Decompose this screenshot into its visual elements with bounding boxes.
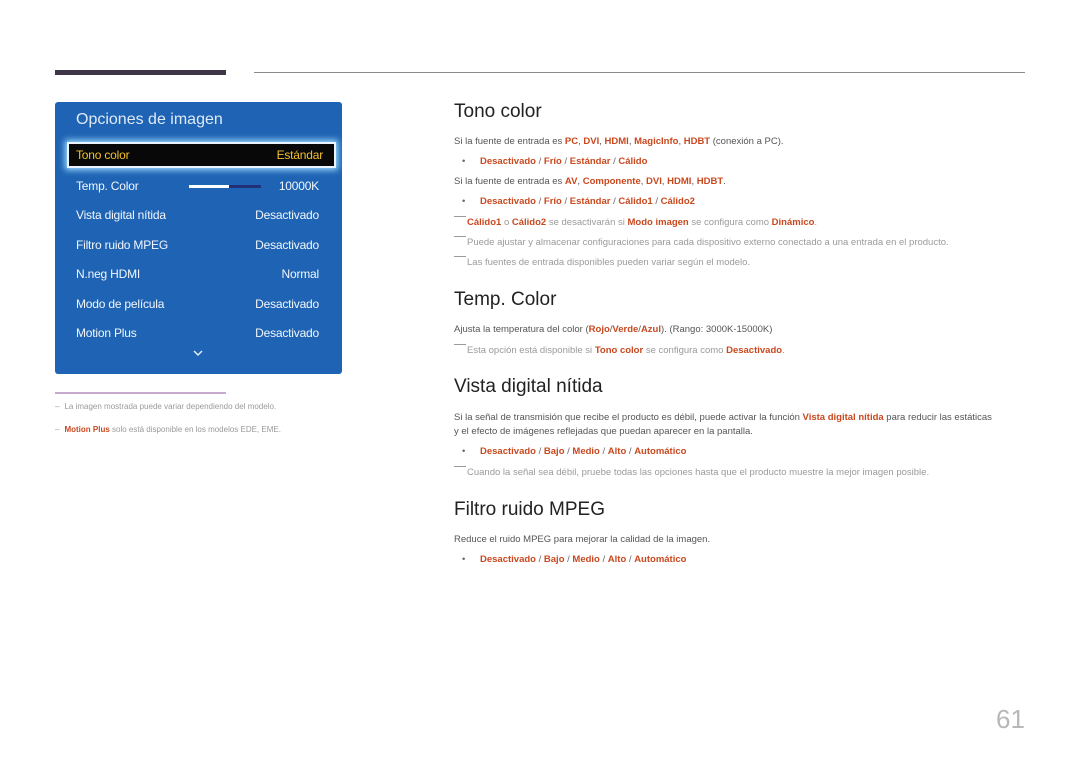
menu-item-modo-pelicula[interactable]: Modo de película Desactivado xyxy=(67,292,332,316)
section-title-tono-color: Tono color xyxy=(454,101,542,122)
menu-item-vista-digital[interactable]: Vista digital nítida Desactivado xyxy=(67,203,332,227)
section-title-temp-color: Temp. Color xyxy=(454,289,557,310)
note: Cálido1 o Cálido2 se desactivarán si Mod… xyxy=(454,216,817,228)
options-list: • Desactivado / Frío / Estándar / Cálido1… xyxy=(462,196,695,207)
menu-item-value: Estándar xyxy=(276,148,324,162)
menu-item-label: Vista digital nítida xyxy=(76,208,166,222)
paragraph: Si la fuente de entrada es PC, DVI, HDMI… xyxy=(454,136,784,147)
menu-item-label: Motion Plus xyxy=(76,326,137,340)
menu-item-temp-color[interactable]: Temp. Color 10000K xyxy=(67,174,332,198)
menu-item-tono-color[interactable]: Tono color Estándar xyxy=(67,142,336,168)
menu-item-label: Tono color xyxy=(76,148,130,162)
menu-item-value: Desactivado xyxy=(255,326,319,340)
left-note: – Motion Plus solo está disponible en los… xyxy=(55,425,281,434)
temp-color-slider[interactable] xyxy=(189,185,261,188)
notes-divider xyxy=(55,392,226,394)
menu-item-value: Normal xyxy=(281,267,320,281)
note: Las fuentes de entrada disponibles puede… xyxy=(454,256,750,268)
menu-title: Opciones de imagen xyxy=(76,111,223,128)
options-list: • Desactivado / Bajo / Medio / Alto / Aut… xyxy=(462,446,687,457)
paragraph: Ajusta la temperatura del color (Rojo/Ve… xyxy=(454,324,773,335)
left-note: – La imagen mostrada puede variar dependi… xyxy=(55,402,277,411)
menu-item-value: Desactivado xyxy=(255,238,319,252)
paragraph: Si la fuente de entrada es AV, Component… xyxy=(454,176,726,187)
note: Puede ajustar y almacenar configuracione… xyxy=(454,236,949,248)
paragraph: Si la señal de transmisión que recibe el… xyxy=(454,412,992,423)
picture-options-menu: Opciones de imagen Tono color Estándar T… xyxy=(55,102,342,374)
note: Cuando la señal sea débil, pruebe todas … xyxy=(454,466,929,478)
chevron-down-icon[interactable] xyxy=(193,348,203,358)
menu-item-label: Temp. Color xyxy=(76,179,139,193)
section-title-filtro-ruido: Filtro ruido MPEG xyxy=(454,499,605,520)
menu-item-value: 10000K xyxy=(278,179,319,193)
menu-item-value: Desactivado xyxy=(255,297,319,311)
menu-item-motion-plus[interactable]: Motion Plus Desactivado xyxy=(67,321,332,345)
menu-item-filtro-ruido[interactable]: Filtro ruido MPEG Desactivado xyxy=(67,233,332,257)
paragraph: Reduce el ruido MPEG para mejorar la cal… xyxy=(454,534,711,545)
slider-fill xyxy=(189,185,229,188)
menu-item-label: Filtro ruido MPEG xyxy=(76,238,168,252)
header-accent-bar xyxy=(55,70,226,75)
menu-item-nneg-hdmi[interactable]: N.neg HDMI Normal xyxy=(67,262,332,286)
menu-item-label: Modo de película xyxy=(76,297,165,311)
page-number: 61 xyxy=(996,704,1025,734)
note: Esta opción está disponible si Tono colo… xyxy=(454,344,785,356)
paragraph: y el efecto de imágenes reflejadas que p… xyxy=(454,426,753,437)
section-title-vista-digital: Vista digital nítida xyxy=(454,376,603,397)
header-rule xyxy=(254,72,1025,73)
options-list: • Desactivado / Bajo / Medio / Alto / Aut… xyxy=(462,554,687,565)
menu-item-value: Desactivado xyxy=(255,208,319,222)
options-list: • Desactivado / Frío / Estándar / Cálido xyxy=(462,156,648,167)
menu-item-label: N.neg HDMI xyxy=(76,267,141,281)
